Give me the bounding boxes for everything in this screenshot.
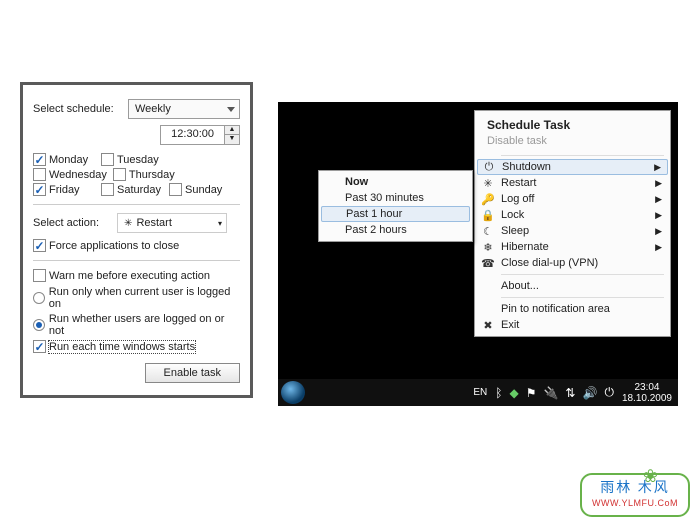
schedule-panel: Select schedule: Weekly 12:30:00 ▲ ▼ ✓Mo… [20,82,253,398]
menu-disable-task: Disable task [477,134,668,152]
key-icon: 🔑 [481,193,495,206]
menu-close-dialup[interactable]: ☎Close dial-up (VPN) [477,255,668,271]
watermark-url: WWW.YLMFU.CoM [592,498,678,509]
run-each-start-checkbox[interactable]: ✓Run each time windows starts [33,340,240,353]
menu-exit[interactable]: ✖Exit [477,317,668,333]
language-indicator[interactable]: EN [473,387,487,398]
chevron-down-icon [227,107,235,112]
run-current-user-radio[interactable]: Run only when current user is logged on [33,286,240,310]
day-saturday[interactable]: Saturday [101,183,163,196]
chevron-down-icon: ▾ [218,219,222,228]
taskbar: EN ᛒ ◆ ⚑ 🔌 ⇅ 🔊 ⏻ 23:04 18.10.2009 [278,379,678,406]
action-value: Restart [136,217,171,229]
menu-title: Schedule Task [477,114,668,134]
menu-sleep[interactable]: ☾Sleep▶ [477,223,668,239]
days-group: ✓Monday Tuesday Wednesday Thursday ✓Frid… [33,153,240,196]
restart-icon: ✳ [481,177,495,190]
submenu-past-2h[interactable]: Past 2 hours [321,222,470,238]
day-tuesday[interactable]: Tuesday [101,153,163,166]
submenu-arrow-icon: ▶ [654,162,661,173]
snowflake-icon: ❄ [481,241,495,254]
schedule-value: Weekly [135,103,171,115]
restart-icon: ✳ [124,218,132,229]
shutdown-submenu: Now Past 30 minutes Past 1 hour Past 2 h… [318,170,473,242]
schedule-label: Select schedule: [33,103,114,115]
network-icon[interactable]: ⇅ [565,386,575,400]
spin-down-icon[interactable]: ▼ [225,135,239,144]
clock[interactable]: 23:04 18.10.2009 [622,382,672,404]
phone-icon: ☎ [481,257,495,270]
clock-date: 18.10.2009 [622,393,672,404]
day-thursday[interactable]: Thursday [113,168,175,181]
menu-restart[interactable]: ✳Restart▶ [477,175,668,191]
day-monday[interactable]: ✓Monday [33,153,95,166]
warn-checkbox[interactable]: Warn me before executing action [33,269,240,282]
menu-shutdown[interactable]: ⏻Shutdown▶ [477,159,668,175]
shield-icon[interactable]: ◆ [509,386,518,400]
day-wednesday[interactable]: Wednesday [33,168,107,181]
flag-icon[interactable]: ⚑ [526,386,537,400]
clock-time: 23:04 [622,382,672,393]
action-dropdown[interactable]: ✳ Restart ▾ [117,213,227,233]
desktop-area: Schedule Task Disable task ⏻Shutdown▶ ✳R… [278,102,678,406]
start-button[interactable] [281,381,305,404]
system-tray: ᛒ ◆ ⚑ 🔌 ⇅ 🔊 ⏻ [495,385,614,400]
leaf-icon: ❀ [643,466,658,488]
run-whether-radio[interactable]: Run whether users are logged on or not [33,313,240,337]
schedule-dropdown[interactable]: Weekly [128,99,240,119]
menu-lock[interactable]: 🔒Lock▶ [477,207,668,223]
menu-pin[interactable]: Pin to notification area [477,301,668,317]
menu-hibernate[interactable]: ❄Hibernate▶ [477,239,668,255]
menu-about[interactable]: About... [477,278,668,294]
power-plug-icon[interactable]: 🔌 [543,386,558,400]
close-icon: ✖ [481,319,495,332]
volume-icon[interactable]: 🔊 [582,386,597,400]
force-close-checkbox[interactable]: ✓Force applications to close [33,239,240,252]
menu-logoff[interactable]: 🔑Log off▶ [477,191,668,207]
moon-icon: ☾ [481,225,495,238]
submenu-past-30[interactable]: Past 30 minutes [321,190,470,206]
watermark-cn: 雨林 木风 [592,481,678,498]
time-value: 12:30:00 [161,126,224,144]
submenu-now[interactable]: Now [321,174,470,190]
day-sunday[interactable]: Sunday [169,183,231,196]
schedule-context-menu: Schedule Task Disable task ⏻Shutdown▶ ✳R… [474,110,671,337]
bluetooth-icon[interactable]: ᛒ [495,386,502,400]
watermark: ❀ 雨林 木风 WWW.YLMFU.CoM [580,473,690,517]
time-spinner[interactable]: 12:30:00 ▲ ▼ [160,125,240,145]
lock-icon: 🔒 [481,209,495,222]
action-label: Select action: [33,217,99,229]
day-friday[interactable]: ✓Friday [33,183,95,196]
submenu-past-1h[interactable]: Past 1 hour [321,206,470,222]
power-icon: ⏻ [482,161,496,174]
power-tray-icon[interactable]: ⏻ [604,385,614,400]
enable-task-button[interactable]: Enable task [145,363,240,383]
spin-up-icon[interactable]: ▲ [225,126,239,135]
